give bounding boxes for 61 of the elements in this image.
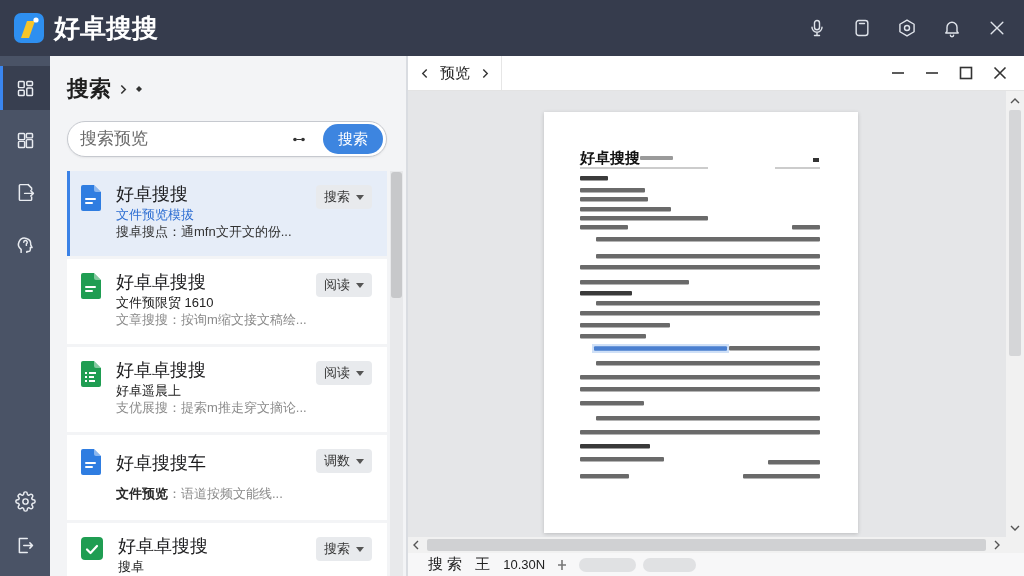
result-title: 好卓搜搜 [116, 183, 188, 206]
logo-icon [14, 13, 44, 43]
status-text: 搜 索 [428, 555, 463, 574]
caret-down-icon [356, 194, 364, 200]
scroll-up-icon[interactable] [1010, 98, 1020, 104]
action-dropdown[interactable]: 搜索 [316, 537, 372, 561]
result-card[interactable]: 好卓卓搜搜 搜卓 搜索 [67, 523, 387, 576]
result-subtitle: 文件预限贸 1610 [116, 294, 214, 311]
page-mark-drawing [813, 158, 819, 162]
result-subtitle: 好卓遥晨上 [116, 382, 181, 399]
search-button[interactable]: 搜索 [323, 124, 383, 154]
status-text: 10.30N [503, 557, 546, 572]
search-field[interactable]: 搜索预览 搜索 [67, 121, 387, 157]
scrollbar-thumb[interactable] [1009, 110, 1021, 356]
result-card[interactable]: 好卓卓搜搜 文件预限贸 1610 文章搜搜：按询m缩文接文稿绘... 阅读 [67, 259, 387, 344]
chevron-left-icon[interactable] [420, 67, 428, 79]
result-snippet: 文章搜搜：按询m缩文接文稿绘... [116, 311, 307, 328]
result-snippet: 文件预览：语道按频文能线... [116, 485, 283, 502]
hexagon-icon[interactable] [897, 18, 917, 38]
note-text-drawing [640, 156, 673, 160]
scrollbar-thumb[interactable] [391, 172, 402, 298]
scrollbar-thumb[interactable] [427, 539, 986, 551]
dots-icon [293, 136, 305, 142]
chevron-right-icon[interactable] [481, 67, 489, 79]
action-dropdown[interactable]: 阅读 [316, 273, 372, 297]
preview-title: 预览 [439, 63, 470, 83]
result-snippet: 搜卓搜点：通mfn文开文的份... [116, 223, 292, 240]
action-dropdown[interactable]: 搜索 [316, 185, 372, 209]
caret-down-icon [356, 546, 364, 552]
result-title: 好卓卓搜搜 [118, 535, 208, 558]
plus-icon[interactable] [558, 559, 567, 570]
scrollbar[interactable] [390, 171, 403, 576]
chevron-right-icon[interactable] [120, 83, 127, 95]
scroll-right-icon[interactable] [994, 540, 1000, 550]
result-card[interactable]: 好卓搜搜车 文件预览：语道按频文能线... 调数 [67, 435, 387, 520]
window-title: 好卓搜搜 [54, 11, 158, 45]
result-subtitle: 文件预览模拔 [116, 206, 194, 223]
scroll-down-icon[interactable] [1010, 525, 1020, 531]
action-dropdown[interactable]: 调数 [316, 449, 372, 473]
vertical-scrollbar[interactable] [1006, 91, 1024, 553]
close-icon[interactable] [993, 66, 1007, 80]
panel-title: 搜索 [67, 75, 111, 103]
caret-down-icon [356, 370, 364, 376]
result-title: 好卓卓搜搜 [116, 271, 206, 294]
document-title: 好卓搜搜 [580, 149, 640, 166]
maximize-icon[interactable] [959, 66, 973, 80]
status-text: 王 [475, 555, 491, 574]
scroll-left-icon[interactable] [413, 540, 419, 550]
result-title: 好卓卓搜搜 [116, 359, 206, 382]
result-card[interactable]: 好卓卓搜搜 好卓遥晨上 支优展搜：提索m推走穿文摘论... 阅读 [67, 347, 387, 432]
result-title: 好卓搜搜车 [116, 452, 206, 475]
result-card[interactable]: 好卓搜搜 文件预览模拔 搜卓搜点：通mfn文开文的份... 搜索 [67, 171, 387, 256]
settings-icon [14, 490, 36, 512]
result-snippet: 支优展搜：提索m推走穿文摘论... [116, 399, 307, 416]
sidebar-item[interactable] [0, 66, 50, 110]
action-dropdown[interactable]: 阅读 [316, 361, 372, 385]
result-subtitle: 搜卓 [118, 558, 144, 575]
caret-down-icon [356, 282, 364, 288]
horizontal-scrollbar[interactable] [408, 537, 1006, 553]
tablet-icon[interactable] [852, 18, 872, 38]
caret-down-icon [356, 458, 364, 464]
